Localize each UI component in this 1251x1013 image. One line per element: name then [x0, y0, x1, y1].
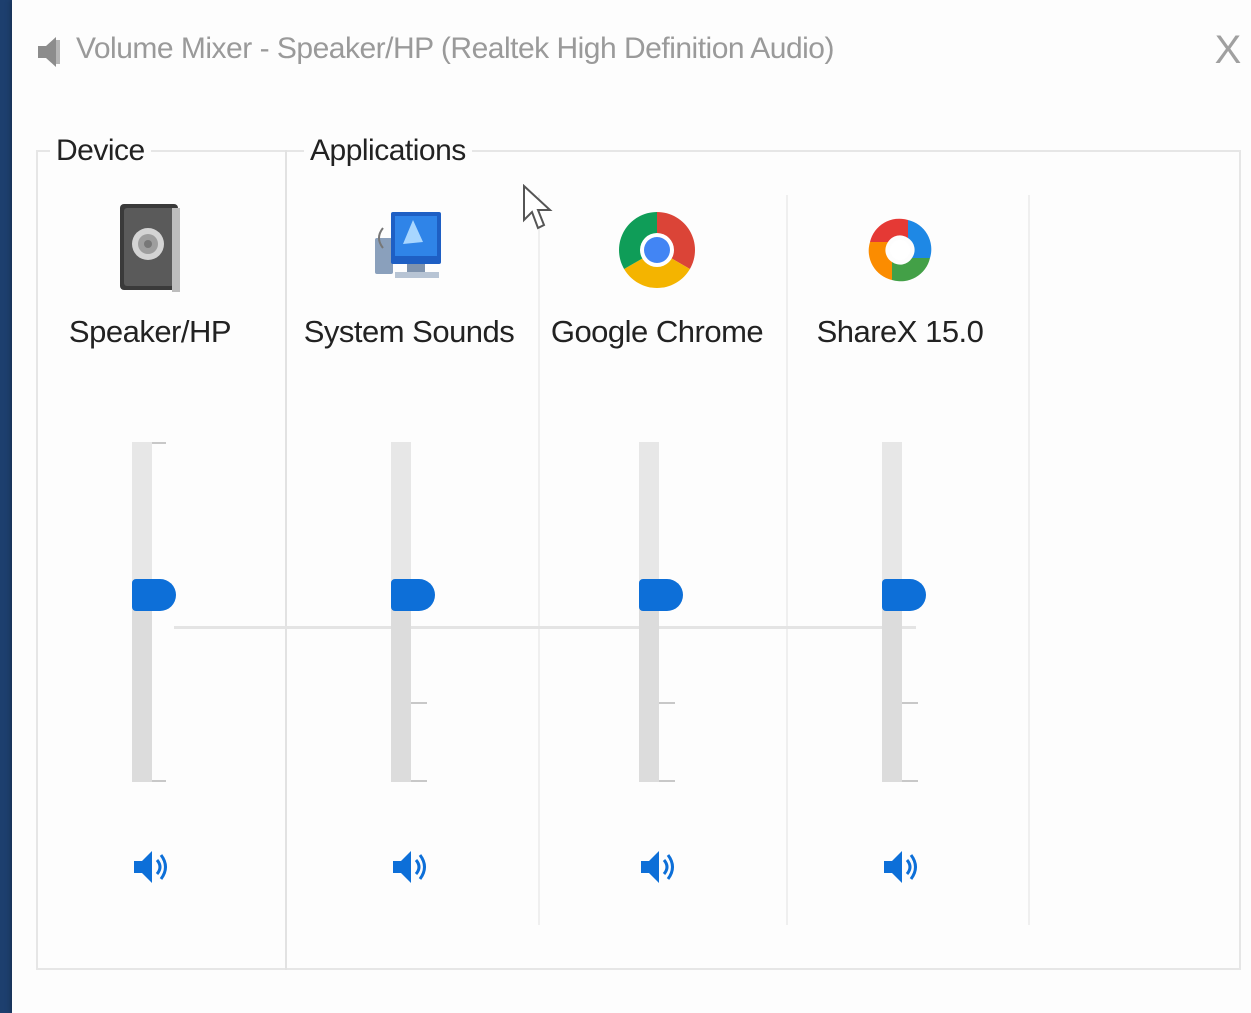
- volume-slider-thumb[interactable]: [391, 579, 435, 611]
- mute-system-sounds-button[interactable]: [389, 845, 429, 889]
- window-title: Volume Mixer - Speaker/HP (Realtek High …: [76, 32, 834, 65]
- mute-speaker-button[interactable]: [130, 845, 170, 889]
- channel-sharex: ShareX 15.0: [780, 150, 1020, 970]
- google-chrome-icon: [619, 212, 695, 288]
- slider-tick: [902, 702, 918, 704]
- slider-tick: [411, 702, 427, 704]
- volume-mixer-window: Volume Mixer - Speaker/HP (Realtek High …: [12, 0, 1251, 1013]
- volume-slider-thumb[interactable]: [639, 579, 683, 611]
- slider-tick: [152, 780, 166, 782]
- volume-slider-thumb[interactable]: [882, 579, 926, 611]
- volume-slider-thumb[interactable]: [132, 579, 176, 611]
- slider-level-fill: [391, 595, 411, 782]
- mouse-cursor-icon: [523, 184, 553, 230]
- channel-name: Google Chrome: [550, 314, 764, 349]
- speaker-device-icon: [120, 204, 180, 292]
- device-applications-divider: [285, 150, 287, 970]
- slider-tick: [411, 780, 427, 782]
- slider-tick: [659, 702, 675, 704]
- volume-slider[interactable]: [110, 440, 190, 785]
- volume-slider[interactable]: [617, 440, 697, 785]
- slider-level-fill: [882, 595, 902, 782]
- slider-level-fill: [639, 595, 659, 782]
- slider-tick: [902, 780, 918, 782]
- mute-google-chrome-button[interactable]: [637, 845, 677, 889]
- channel-google-chrome: Google Chrome: [537, 150, 777, 970]
- system-sounds-icon: [375, 212, 441, 278]
- title-bar[interactable]: Volume Mixer - Speaker/HP (Realtek High …: [12, 0, 1251, 100]
- channel-speaker-hp: Speaker/HP: [30, 150, 270, 970]
- speaker-title-icon: [38, 37, 60, 67]
- slider-tick: [659, 780, 675, 782]
- sharex-icon: [868, 218, 932, 282]
- mute-sharex-button[interactable]: [880, 845, 920, 889]
- close-button[interactable]: X: [1205, 22, 1251, 78]
- slider-tick: [152, 442, 166, 444]
- channel-name: ShareX 15.0: [816, 314, 984, 349]
- volume-slider[interactable]: [369, 440, 449, 785]
- volume-slider[interactable]: [860, 440, 940, 785]
- channel-system-sounds: System Sounds: [289, 150, 529, 970]
- channel-name: Speaker/HP: [68, 314, 232, 349]
- channel-name: System Sounds: [303, 314, 515, 349]
- column-divider: [1028, 195, 1030, 925]
- slider-level-fill: [132, 595, 152, 782]
